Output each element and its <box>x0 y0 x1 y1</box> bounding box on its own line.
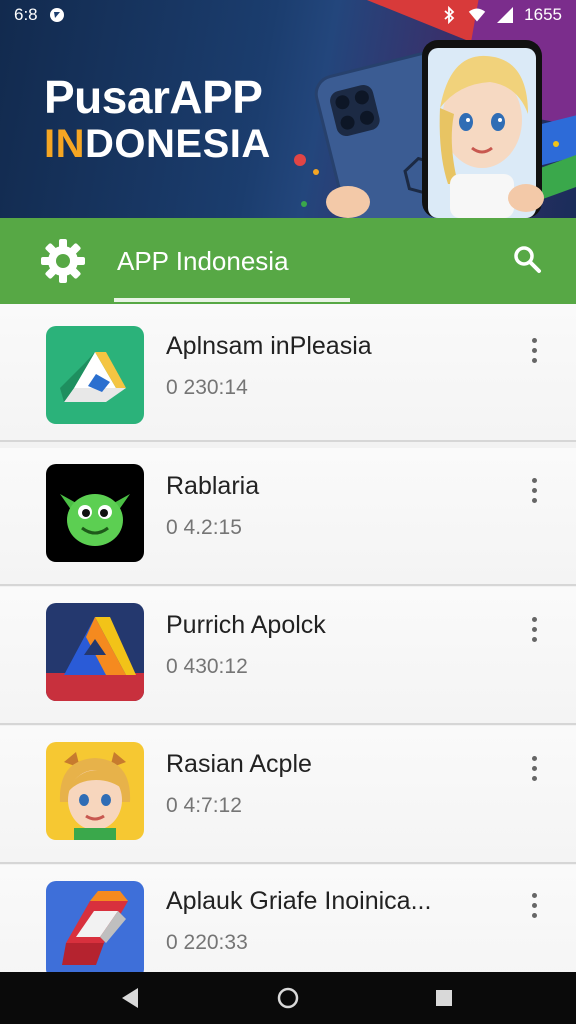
more-options-icon[interactable] <box>522 470 546 510</box>
phone-illustration <box>294 40 559 218</box>
status-time: 6:8 <box>14 5 38 24</box>
app-meta: 0 230:14 <box>166 376 248 399</box>
home-icon[interactable] <box>272 982 304 1014</box>
triangle-logo-icon <box>46 603 144 701</box>
app-list-item[interactable]: Aplauk Griafe Inoinica... 0 220:33 <box>0 865 576 972</box>
app-list-item[interactable]: Purrich Apolck 0 430:12 <box>0 587 576 725</box>
app-name: Purrich Apolck <box>166 611 326 639</box>
app-list-item[interactable]: Aplnsam inPleasia 0 230:14 <box>0 304 576 442</box>
app-bar-title: APP Indonesia <box>117 246 289 276</box>
app-list: Aplnsam inPleasia 0 230:14 Rablaria 0 4.… <box>0 304 576 972</box>
signal-icon <box>496 6 514 24</box>
app-list-item[interactable]: Rablaria 0 4.2:15 <box>0 448 576 586</box>
banner-title: PusarAPP <box>44 71 263 123</box>
app-meta: 0 430:12 <box>166 655 248 678</box>
more-options-icon[interactable] <box>522 609 546 649</box>
status-left: 6:8 <box>14 5 66 25</box>
active-tab-indicator <box>114 298 350 302</box>
status-right-text: 1655 <box>524 5 562 24</box>
navigation-bar <box>0 972 576 1024</box>
search-icon[interactable] <box>510 242 546 278</box>
app-meta: 0 4.2:15 <box>166 516 242 539</box>
app-meta: 0 220:33 <box>166 931 248 954</box>
more-options-icon[interactable] <box>522 885 546 925</box>
app-meta: 0 4:7:12 <box>166 794 242 817</box>
settings-icon[interactable] <box>40 238 86 284</box>
app-name: Rablaria <box>166 472 260 500</box>
cube-logo-icon <box>46 881 144 972</box>
more-options-icon[interactable] <box>522 330 546 370</box>
app-name: Aplauk Griafe Inoinica... <box>166 887 432 915</box>
cartoon-girl-icon <box>46 742 144 840</box>
status-bar: 6:8 1655 <box>0 0 576 30</box>
wifi-icon <box>468 6 486 24</box>
green-alien-icon <box>46 464 144 562</box>
bluetooth-icon <box>440 6 458 24</box>
back-icon[interactable] <box>114 982 146 1014</box>
header-banner: PusarAPP INDONESIA <box>0 0 576 218</box>
more-options-icon[interactable] <box>522 748 546 788</box>
app-list-item[interactable]: Rasian Acple 0 4:7:12 <box>0 726 576 864</box>
banner-subtitle: INDONESIA <box>44 122 271 167</box>
app-name: Rasian Acple <box>166 750 312 778</box>
recents-icon[interactable] <box>428 982 460 1014</box>
notification-icon <box>48 6 66 24</box>
status-right: 1655 <box>440 5 562 25</box>
banner-subtitle-accent: IN <box>44 122 85 166</box>
drive-style-icon <box>46 326 144 424</box>
banner-subtitle-rest: DONESIA <box>85 122 271 166</box>
app-bar: APP Indonesia <box>0 218 576 304</box>
app-name: Aplnsam inPleasia <box>166 332 372 360</box>
